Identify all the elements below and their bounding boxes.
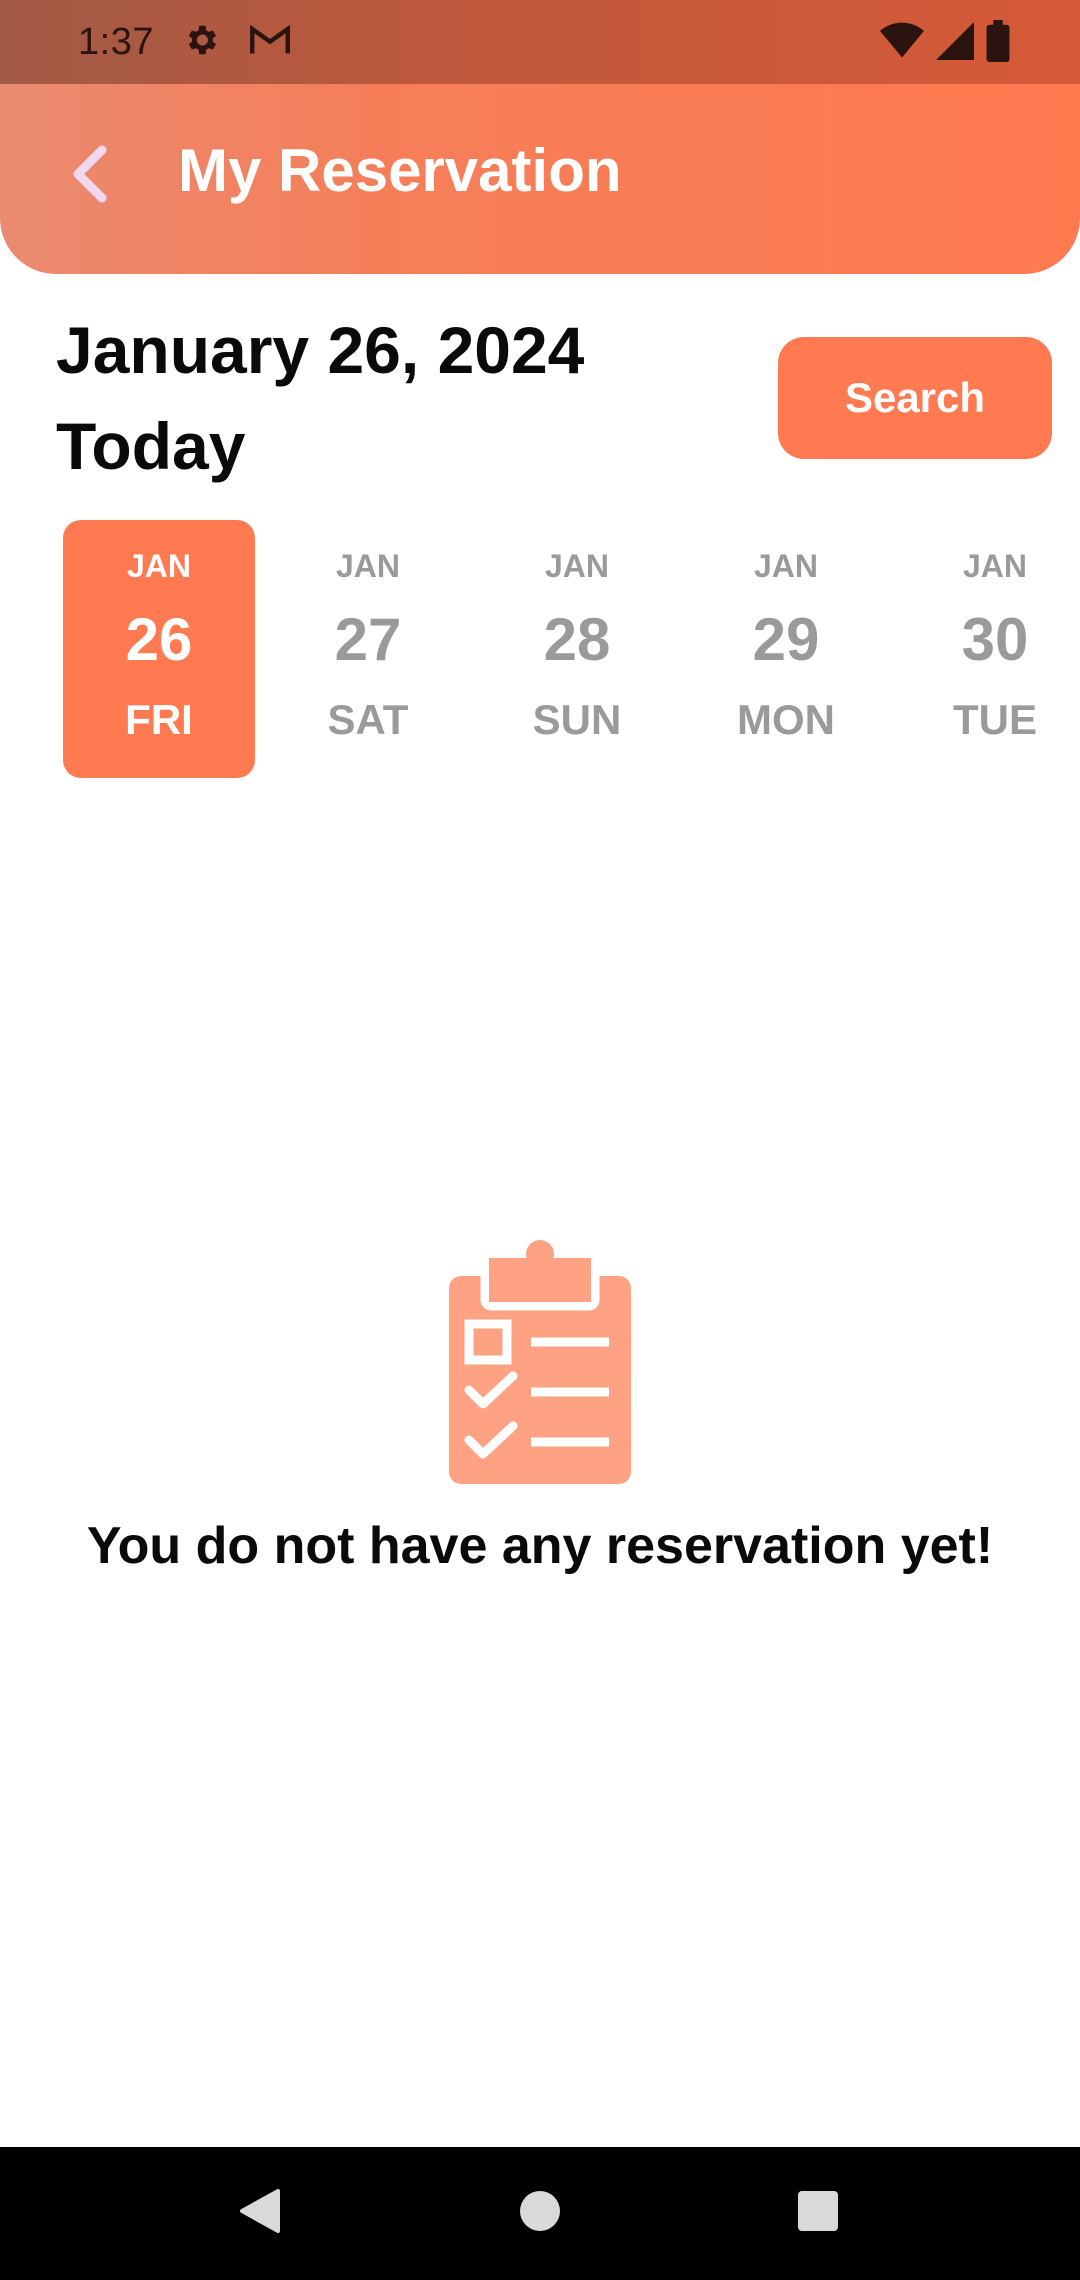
- day-number: 26: [125, 606, 193, 673]
- day-chip-29[interactable]: JAN 29 MON: [690, 520, 882, 778]
- back-triangle-icon: [238, 2187, 282, 2240]
- day-chip-30[interactable]: JAN 30 TUE: [899, 520, 1080, 778]
- day-month: JAN: [544, 548, 609, 584]
- day-number: 28: [543, 606, 611, 673]
- day-month: JAN: [335, 548, 400, 584]
- date-subtitle: Today: [56, 409, 246, 483]
- day-number: 27: [334, 606, 402, 673]
- gear-icon: [182, 21, 220, 64]
- nav-back-button[interactable]: [195, 2147, 325, 2280]
- clipboard-checklist-icon: [449, 1240, 631, 1484]
- home-circle-icon: [519, 2190, 561, 2237]
- back-button[interactable]: [62, 144, 118, 208]
- nav-bar: [0, 2147, 1080, 2280]
- status-bar: 1:37: [0, 0, 1080, 84]
- chevron-left-icon: [70, 144, 110, 209]
- day-chip-26[interactable]: JAN 26 FRI: [63, 520, 255, 778]
- nav-home-button[interactable]: [475, 2147, 605, 2280]
- empty-state-message: You do not have any reservation yet!: [86, 1517, 994, 1575]
- status-time: 1:37: [78, 20, 154, 63]
- date-strip: JAN 26 FRI JAN 27 SAT JAN 28 SUN JAN 29 …: [0, 520, 1080, 780]
- day-number: 30: [961, 606, 1029, 673]
- nav-recents-button[interactable]: [753, 2147, 883, 2280]
- day-chip-28[interactable]: JAN 28 SUN: [481, 520, 673, 778]
- battery-icon: [986, 20, 1010, 67]
- day-month: JAN: [962, 548, 1027, 584]
- wifi-icon: [880, 21, 924, 66]
- day-weekday: MON: [737, 696, 835, 743]
- recents-square-icon: [797, 2190, 839, 2237]
- page-title: My Reservation: [178, 137, 622, 204]
- app-bar: My Reservation: [0, 84, 1080, 274]
- day-weekday: TUE: [953, 696, 1037, 743]
- current-date: January 26, 2024: [56, 313, 585, 387]
- status-right: [880, 20, 1010, 67]
- screen: 1:37 My Reservation January 26, 2024 Tod…: [0, 0, 1080, 2280]
- day-weekday: SAT: [327, 696, 409, 743]
- day-month: JAN: [126, 548, 191, 584]
- day-chip-27[interactable]: JAN 27 SAT: [272, 520, 464, 778]
- day-weekday: SUN: [532, 696, 622, 743]
- day-month: JAN: [753, 548, 818, 584]
- day-weekday: FRI: [125, 696, 193, 743]
- day-number: 29: [752, 606, 820, 673]
- gmail-icon: [248, 23, 292, 62]
- signal-icon: [936, 21, 974, 66]
- search-button[interactable]: Search: [778, 337, 1052, 459]
